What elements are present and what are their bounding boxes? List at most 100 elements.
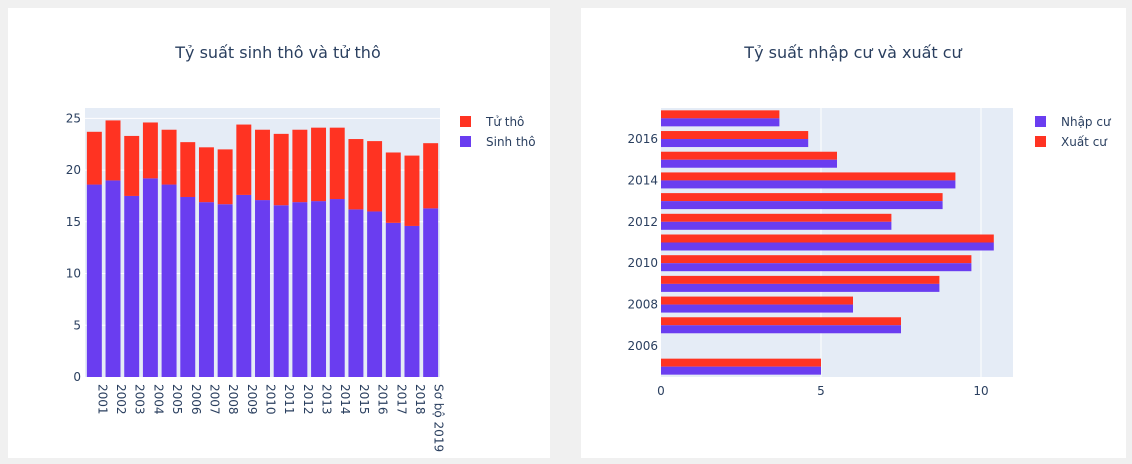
bar xyxy=(180,142,196,197)
bar xyxy=(311,201,327,377)
y-tick-label: 25 xyxy=(66,111,81,125)
legend-label: Sinh thô xyxy=(486,135,536,149)
y-tick-label: 2008 xyxy=(627,298,658,312)
x-tick-label: 2010 xyxy=(264,384,278,415)
bar xyxy=(105,120,121,181)
legend-label: Nhập cư xyxy=(1061,115,1112,129)
bar xyxy=(385,152,401,223)
legend-swatch xyxy=(460,116,471,127)
x-tick-label: 2002 xyxy=(114,384,128,415)
x-tick-label: 2018 xyxy=(413,384,427,415)
x-tick-label: 2014 xyxy=(338,384,352,415)
y-tick-label: 10 xyxy=(66,267,81,281)
bar xyxy=(236,194,252,377)
bar xyxy=(661,263,972,272)
bar xyxy=(661,255,972,264)
bar xyxy=(329,127,345,200)
x-tick-label: 2006 xyxy=(189,384,203,415)
bar xyxy=(661,201,943,210)
x-tick-label: 2005 xyxy=(170,384,184,415)
bar xyxy=(292,202,308,377)
x-tick-label: 2011 xyxy=(282,384,296,415)
bar xyxy=(124,135,140,196)
bar xyxy=(385,222,401,377)
x-tick-label: 5 xyxy=(817,384,825,398)
y-tick-label: 2012 xyxy=(627,215,658,229)
x-tick-label: 2013 xyxy=(320,384,334,415)
chart-title: Tỷ suất nhập cư và xuất cư xyxy=(743,43,962,62)
bar xyxy=(423,143,439,209)
bar xyxy=(161,184,177,377)
bar xyxy=(255,129,270,201)
y-tick-label: 2016 xyxy=(627,132,658,146)
bar xyxy=(661,159,837,168)
bar xyxy=(661,366,821,375)
x-tick-label: 2016 xyxy=(376,384,390,415)
y-tick-label: 5 xyxy=(73,318,81,332)
y-tick-label: 15 xyxy=(66,215,81,229)
bar xyxy=(329,199,345,377)
x-tick-label: 2012 xyxy=(301,384,315,415)
x-tick-label: 2015 xyxy=(357,384,371,415)
bar xyxy=(661,234,994,243)
y-tick-label: 2006 xyxy=(627,339,658,353)
x-tick-label: 2017 xyxy=(394,384,408,415)
x-tick-label: 2003 xyxy=(133,384,147,415)
bar xyxy=(661,110,780,119)
legend-label: Xuất cư xyxy=(1061,135,1108,149)
bar xyxy=(198,202,214,377)
bar xyxy=(161,129,177,185)
y-tick-label: 0 xyxy=(73,370,81,384)
bar xyxy=(311,127,327,202)
bar xyxy=(661,304,853,313)
bar xyxy=(661,139,809,148)
x-tick-label: 0 xyxy=(657,384,665,398)
bar xyxy=(367,141,383,212)
bar xyxy=(661,325,901,334)
bar xyxy=(661,172,956,181)
x-tick-label: 2007 xyxy=(207,384,221,415)
bar xyxy=(273,133,289,206)
legend-swatch xyxy=(1035,116,1046,127)
migration-chart: Tỷ suất nhập cư và xuất cư 0 5 10 2006 2008 2… xyxy=(627,43,1112,398)
bar xyxy=(105,180,121,377)
bar xyxy=(661,193,943,202)
y-tick-label: 2010 xyxy=(627,256,658,270)
bar xyxy=(255,200,270,377)
bar xyxy=(661,118,780,127)
bar xyxy=(348,139,364,210)
bar xyxy=(404,155,420,226)
bar xyxy=(180,196,196,377)
bar xyxy=(661,180,956,189)
bar xyxy=(661,242,994,251)
bar xyxy=(86,131,102,185)
bar xyxy=(661,151,837,160)
x-tick-label: Sơ bộ 2019 xyxy=(432,384,446,452)
bar xyxy=(86,184,102,377)
y-tick-label: 2014 xyxy=(627,173,658,187)
migration-chart-panel: Tỷ suất nhập cư và xuất cư 0 5 10 2006 2008 2… xyxy=(581,8,1126,458)
bar xyxy=(217,149,233,205)
bar xyxy=(661,275,940,284)
bar xyxy=(367,211,383,377)
x-tick-label: 2004 xyxy=(151,384,165,415)
x-tick-label: 2001 xyxy=(95,384,109,415)
bar xyxy=(217,204,233,377)
x-tick-label: 2009 xyxy=(245,384,259,415)
bar xyxy=(661,317,901,326)
legend-label: Tử thô xyxy=(485,115,524,129)
birth-death-chart-panel: Tỷ suất sinh thô và tử thô 0 5 10 15 20 25 200… xyxy=(8,8,550,458)
x-tick-label: 10 xyxy=(973,384,988,398)
bar xyxy=(661,283,940,292)
y-tick-label: 20 xyxy=(66,163,81,177)
bar xyxy=(142,122,158,179)
bar xyxy=(661,131,809,140)
chart-title: Tỷ suất sinh thô và tử thô xyxy=(174,43,380,62)
bar xyxy=(404,225,420,377)
bar xyxy=(423,208,439,377)
legend-swatch xyxy=(1035,136,1046,147)
bar xyxy=(273,205,289,377)
bar xyxy=(124,195,140,377)
bar xyxy=(142,178,158,377)
bar xyxy=(348,209,364,377)
